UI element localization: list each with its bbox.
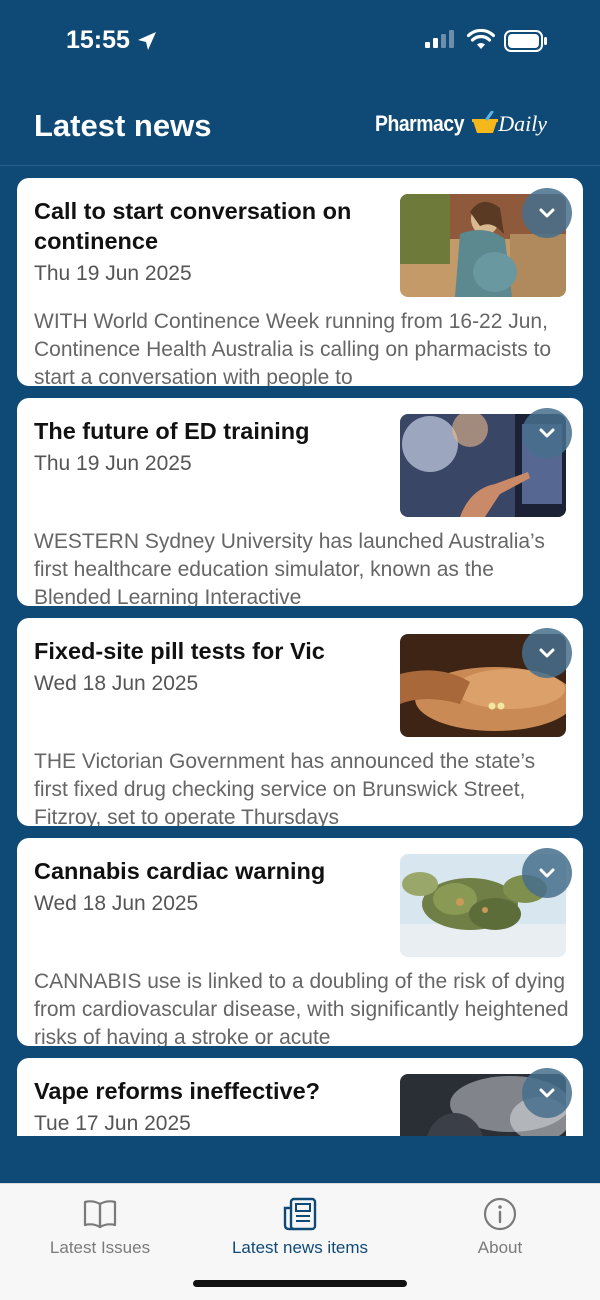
article-date: Thu 19 Jun 2025 <box>34 452 192 475</box>
news-card[interactable]: Vape reforms ineffective? Tue 17 Jun 202… <box>17 1058 583 1136</box>
chevron-down-icon <box>539 648 555 658</box>
cellular-signal-icon <box>425 30 454 48</box>
status-bar: 15:55 <box>0 0 600 80</box>
expand-button[interactable] <box>522 408 572 458</box>
expand-button[interactable] <box>522 188 572 238</box>
article-title: Cannabis cardiac warning <box>34 858 326 884</box>
article-date: Wed 18 Jun 2025 <box>34 892 199 915</box>
chevron-down-icon <box>539 868 555 878</box>
newspaper-icon <box>283 1197 317 1231</box>
logo-word-daily: Daily <box>498 111 548 136</box>
news-feed[interactable]: Call to start conversation on continence… <box>0 166 600 1136</box>
expand-button[interactable] <box>522 628 572 678</box>
info-icon <box>483 1197 517 1231</box>
article-date: Tue 17 Jun 2025 <box>34 1112 191 1135</box>
location-arrow-icon <box>138 32 156 50</box>
chevron-down-icon <box>539 428 555 438</box>
news-card[interactable]: Cannabis cardiac warning Wed 18 Jun 2025… <box>17 838 583 1046</box>
article-date: Thu 19 Jun 2025 <box>34 262 192 285</box>
article-excerpt: WESTERN Sydney University has launched A… <box>34 530 545 606</box>
article-excerpt: THE Victorian Government has announced t… <box>34 750 536 826</box>
app-header: Latest news Pharmacy Daily <box>0 80 600 166</box>
tab-label: Latest Issues <box>49 1238 151 1257</box>
chevron-down-icon <box>539 208 555 218</box>
page-title: Latest news <box>34 108 212 143</box>
news-card[interactable]: The future of ED training Thu 19 Jun 202… <box>17 398 583 606</box>
article-title: Call to start conversation on continence <box>34 198 352 254</box>
article-title: Fixed-site pill tests for Vic <box>34 638 325 664</box>
battery-icon <box>504 30 547 52</box>
tab-label: About <box>477 1238 523 1257</box>
article-date: Wed 18 Jun 2025 <box>34 672 199 695</box>
mortar-cup-icon <box>472 111 499 133</box>
news-card[interactable]: Fixed-site pill tests for Vic Wed 18 Jun… <box>17 618 583 826</box>
tab-latest-news-items[interactable]: Latest news items <box>200 1196 400 1266</box>
expand-button[interactable] <box>522 848 572 898</box>
chevron-down-icon <box>539 1088 555 1098</box>
open-book-icon <box>83 1200 117 1229</box>
expand-button[interactable] <box>522 1068 572 1118</box>
logo-word-pharmacy: Pharmacy <box>375 111 465 136</box>
article-excerpt: WITH World Continence Week running from … <box>34 310 552 386</box>
status-time: 15:55 <box>66 26 130 54</box>
article-title: The future of ED training <box>34 418 310 444</box>
article-title: Vape reforms ineffective? <box>34 1078 321 1104</box>
tab-about[interactable]: About <box>400 1196 600 1266</box>
news-card[interactable]: Call to start conversation on continence… <box>17 178 583 386</box>
tab-label: Latest news items <box>231 1238 369 1257</box>
tab-latest-issues[interactable]: Latest Issues <box>0 1196 200 1266</box>
wifi-icon <box>467 29 495 49</box>
home-indicator[interactable] <box>193 1280 407 1287</box>
article-excerpt: CANNABIS use is linked to a doubling of … <box>34 970 569 1046</box>
pharmacy-daily-logo: Pharmacy Daily <box>375 104 547 144</box>
